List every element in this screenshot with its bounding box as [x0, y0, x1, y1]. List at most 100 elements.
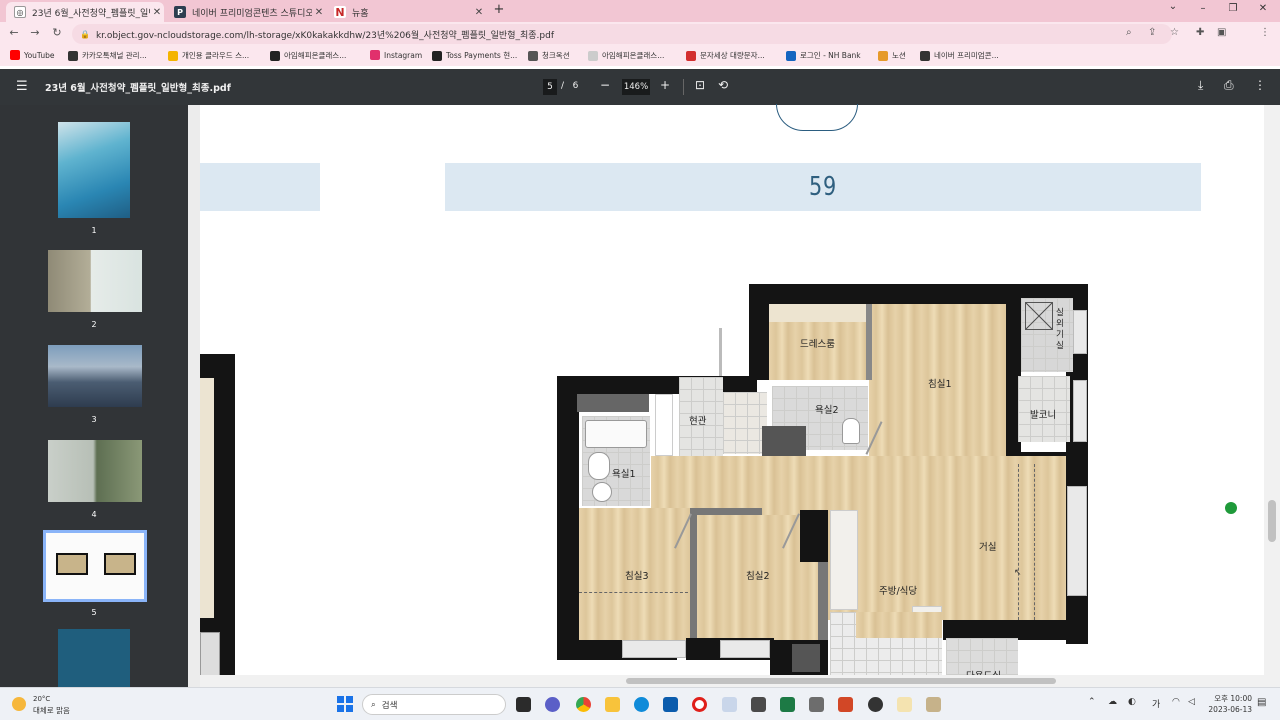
- file-explorer-icon[interactable]: [605, 697, 620, 712]
- minimize-button[interactable]: –: [1188, 3, 1218, 14]
- thumbnail-image: [58, 629, 130, 687]
- weather-temp[interactable]: 20°C: [33, 695, 50, 703]
- bookmark-item[interactable]: 카카오톡채널 관리...: [68, 50, 147, 61]
- bookmark-item[interactable]: 개인용 클라우드 스...: [168, 50, 249, 61]
- close-tab-icon[interactable]: ✕: [150, 7, 164, 18]
- window-balcony: [1073, 380, 1087, 442]
- tab-title: 뉴홈: [352, 8, 369, 19]
- download-icon[interactable]: ⤓: [1198, 78, 1203, 93]
- room-label-bathroom2: 욕실2: [815, 405, 839, 416]
- newhome-logo-icon: N: [334, 5, 346, 19]
- extensions-icon[interactable]: ✚: [1196, 27, 1204, 38]
- fridge-block: [792, 644, 820, 672]
- ime-indicator[interactable]: 가: [1152, 697, 1160, 710]
- windows-start-icon[interactable]: [337, 696, 353, 712]
- rotate-icon[interactable]: ⟲: [718, 78, 728, 92]
- weather-desc[interactable]: 대체로 맑음: [33, 705, 70, 716]
- thumbnail-label: 4: [91, 510, 97, 519]
- clock-time[interactable]: 오후 10:00: [1212, 693, 1252, 704]
- bookmarks-bar: YouTube 카카오톡채널 관리... 개인용 클라우드 스... 아임해피온클래스…: [0, 46, 1280, 66]
- share-icon[interactable]: ⇪: [1148, 27, 1156, 38]
- kitchen-counter: [830, 510, 858, 610]
- bookmark-item[interactable]: 네이버 프리미엄콘...: [920, 50, 999, 61]
- bookmark-favicon-icon: [786, 50, 796, 61]
- new-tab-button[interactable]: +: [484, 2, 514, 17]
- bookmark-item[interactable]: 노션: [878, 50, 906, 61]
- task-view-icon[interactable]: [516, 697, 531, 712]
- back-arrow-icon[interactable]: ←: [5, 26, 23, 39]
- excel-icon[interactable]: [780, 697, 795, 712]
- bookmark-star-icon[interactable]: ☆: [1170, 27, 1179, 38]
- bookmark-item[interactable]: 문자세상 대량문자...: [686, 50, 765, 61]
- print-icon[interactable]: ⎙: [1224, 78, 1234, 93]
- fit-page-icon[interactable]: ⊡: [695, 78, 705, 92]
- bookmark-item[interactable]: 아임해피온클래스...: [588, 50, 664, 61]
- horizontal-scrollbar[interactable]: [200, 675, 1264, 687]
- clock-date[interactable]: 2023-06-13: [1206, 705, 1252, 714]
- bookmark-label: 카카오톡채널 관리...: [82, 51, 147, 60]
- wifi-icon[interactable]: ◠: [1172, 697, 1180, 707]
- bookmark-item[interactable]: 아임해피온클래스...: [270, 50, 346, 61]
- chat-icon[interactable]: [545, 697, 560, 712]
- window-outdoor-unit: [1073, 310, 1087, 354]
- hamburger-menu-icon[interactable]: ☰: [16, 79, 28, 94]
- tab-pdf[interactable]: ◎ 23년 6월_사전청약_펨플릿_일반 ✕: [6, 2, 164, 22]
- zoom-icon[interactable]: ⌕: [1126, 27, 1132, 38]
- speaker-tray-icon[interactable]: ◐: [1128, 697, 1136, 707]
- evernote-float-icon[interactable]: [1225, 502, 1237, 514]
- restore-button[interactable]: ❐: [1218, 3, 1248, 14]
- tray-chevron-icon[interactable]: ⌃: [1088, 697, 1096, 707]
- windows-taskbar: 20°C 대체로 맑음 ⌕ 검색 ⌃ ☁ ◐ 가 ◠ ◁ 오후 10:00 20…: [0, 687, 1280, 720]
- close-tab-icon[interactable]: ✕: [312, 7, 326, 18]
- close-window-button[interactable]: ✕: [1248, 3, 1278, 14]
- forward-arrow-icon[interactable]: →: [26, 26, 44, 39]
- chrome-icon[interactable]: [576, 697, 591, 712]
- search-placeholder: 검색: [381, 700, 398, 711]
- vertical-scroll-track: [1264, 105, 1280, 687]
- store-icon[interactable]: [663, 697, 678, 712]
- more-actions-icon[interactable]: ⋮: [1254, 78, 1266, 92]
- vertical-scroll-thumb[interactable]: [1268, 500, 1276, 542]
- tab-search-button[interactable]: ⌄: [1158, 1, 1188, 12]
- opera-icon[interactable]: [692, 697, 707, 712]
- entrance-hall-floor: [723, 392, 767, 454]
- bookmark-label: 개인용 클라우드 스...: [182, 51, 250, 60]
- zoom-in-icon[interactable]: +: [660, 78, 670, 92]
- bookmark-label: 로그인 - NH Bank: [800, 51, 861, 60]
- menu-dots-icon[interactable]: ⋮: [1260, 27, 1270, 38]
- bookmark-item[interactable]: Instagram: [370, 50, 422, 60]
- bookmark-item[interactable]: 로그인 - NH Bank: [786, 50, 861, 61]
- thumbnail-image: [48, 440, 142, 502]
- tab-naver-premium[interactable]: P 네이버 프리미엄콘텐츠 스튜디오 ✕: [166, 2, 326, 22]
- sticky-notes-icon[interactable]: [897, 697, 912, 712]
- calculator-icon[interactable]: [751, 697, 766, 712]
- bedroom2-right-partition: [818, 560, 828, 640]
- bookmark-item[interactable]: 청크옥션: [528, 50, 570, 61]
- window-bedroom2: [720, 640, 770, 658]
- room-label-balcony: 발코니: [1030, 410, 1057, 421]
- notepad-icon[interactable]: [809, 697, 824, 712]
- powerpoint-icon[interactable]: [838, 697, 853, 712]
- weather-sun-icon[interactable]: [12, 697, 26, 711]
- vertical-scrollbar[interactable]: [1264, 105, 1280, 687]
- room-label-entrance: 현관: [689, 416, 707, 427]
- sidepanel-icon[interactable]: ▣: [1217, 27, 1226, 38]
- reload-icon[interactable]: ↻: [48, 26, 66, 39]
- snipping-tool-icon[interactable]: [722, 697, 737, 712]
- horizontal-scroll-thumb[interactable]: [626, 678, 1056, 684]
- taskbar-search[interactable]: ⌕ 검색: [362, 694, 506, 715]
- edge-icon[interactable]: [634, 697, 649, 712]
- tab-title: 23년 6월_사전청약_펨플릿_일반: [32, 8, 150, 19]
- zoom-level-input[interactable]: 146%: [622, 79, 650, 95]
- app-icon[interactable]: [926, 697, 941, 712]
- media-app-icon[interactable]: [868, 697, 883, 712]
- onedrive-icon[interactable]: ☁: [1108, 697, 1117, 707]
- notification-icon[interactable]: ▤: [1257, 697, 1266, 708]
- address-bar[interactable]: 🔒 kr.object.gov-ncloudstorage.com/lh-sto…: [72, 24, 1172, 44]
- bookmark-item[interactable]: Toss Payments 현...: [432, 50, 517, 61]
- bookmark-item[interactable]: YouTube: [10, 50, 55, 60]
- page-number-input[interactable]: 5: [543, 79, 557, 95]
- tab-newhome[interactable]: N 뉴홈 ✕: [326, 2, 486, 22]
- volume-icon[interactable]: ◁: [1188, 697, 1195, 707]
- zoom-out-icon[interactable]: −: [600, 78, 610, 92]
